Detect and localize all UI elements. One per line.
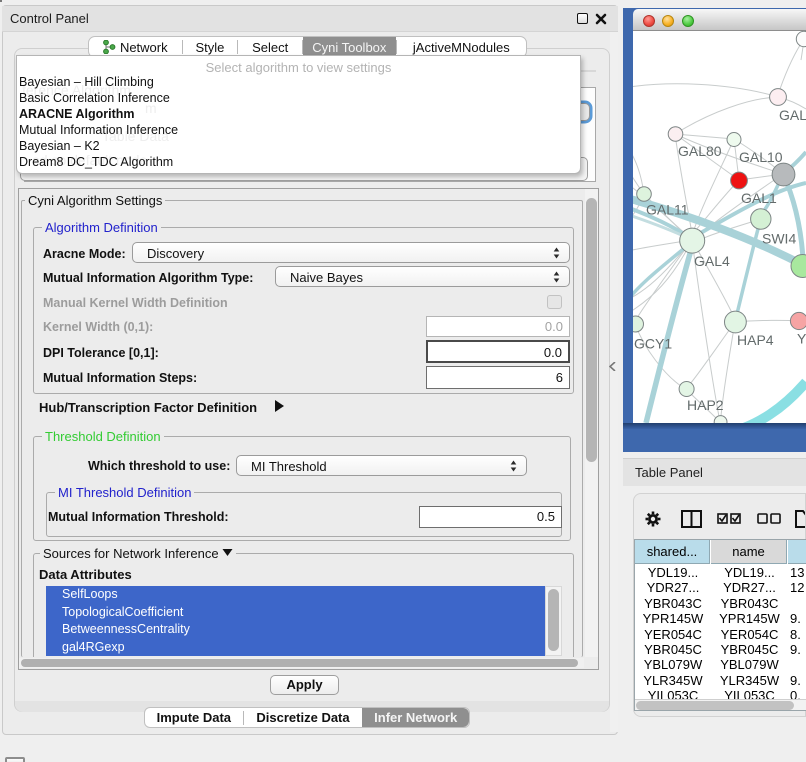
svg-text:GAL11: GAL11 (646, 202, 689, 218)
svg-text:SWI4: SWI4 (762, 231, 796, 247)
svg-text:HAP2: HAP2 (687, 397, 724, 413)
svg-text:HAP4: HAP4 (737, 332, 774, 348)
svg-text:GCY1: GCY1 (634, 336, 672, 352)
svg-text:Y: Y (797, 331, 806, 347)
svg-text:GAL80: GAL80 (678, 143, 722, 159)
svg-text:GAL8: GAL8 (779, 107, 806, 123)
svg-text:GAL1: GAL1 (741, 190, 777, 206)
svg-text:GAL10: GAL10 (739, 149, 783, 165)
svg-text:GAL4: GAL4 (694, 253, 730, 269)
